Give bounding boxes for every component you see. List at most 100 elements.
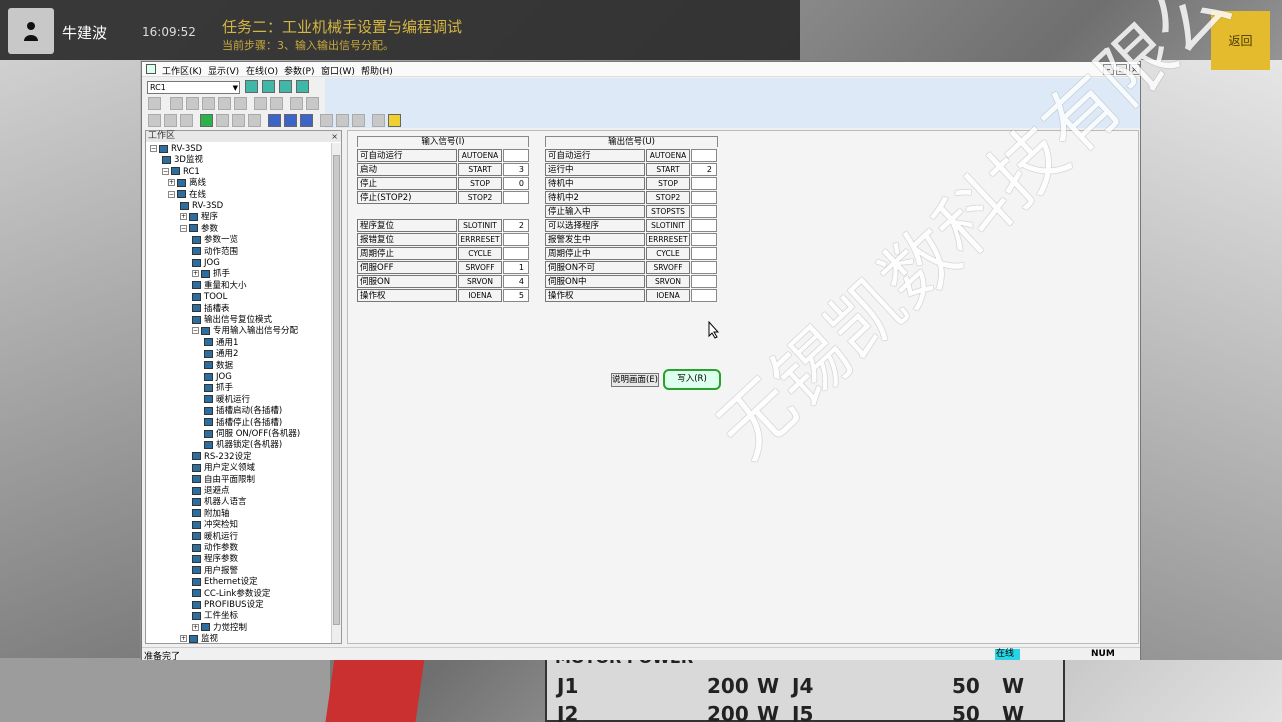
tree-item[interactable]: 附加轴 (192, 509, 230, 520)
stop-icon[interactable] (336, 114, 349, 127)
signal-value-field[interactable] (691, 177, 717, 190)
expand-icon[interactable]: + (180, 635, 187, 643)
expand-icon[interactable]: − (180, 224, 187, 232)
new-file-icon[interactable] (148, 114, 161, 127)
tree-item[interactable]: + 力觉控制 (192, 623, 247, 634)
signal-value-field[interactable] (691, 247, 717, 260)
signal-value-field[interactable] (691, 233, 717, 246)
tree-item[interactable]: 输出信号复位模式 (192, 315, 272, 326)
tree-item[interactable]: 机器人语言 (192, 497, 247, 508)
tree-item[interactable]: 冲突检知 (192, 520, 238, 531)
document-icon[interactable] (290, 97, 303, 110)
tree-item[interactable]: 插槽启动(各插槽) (204, 406, 282, 417)
tree-item[interactable]: − 专用输入输出信号分配 (192, 326, 298, 337)
tree-item[interactable]: RV-3SD (180, 201, 223, 212)
tree-item[interactable]: − 参数 (180, 224, 218, 235)
copy-icon[interactable] (186, 97, 199, 110)
signal-value-field[interactable]: 2 (691, 163, 717, 176)
connect-icon[interactable] (245, 80, 258, 93)
signal-value-field[interactable] (691, 149, 717, 162)
tile-vertical-icon[interactable] (300, 114, 313, 127)
signal-value-field[interactable] (503, 149, 529, 162)
tree-item[interactable]: CC-Link参数设定 (192, 589, 270, 600)
green-status-icon[interactable] (200, 114, 213, 127)
tree-item[interactable]: 用户定义领域 (192, 463, 255, 474)
signal-value-field[interactable] (691, 261, 717, 274)
tree-item[interactable]: 3D监视 (162, 155, 203, 166)
signal-value-field[interactable] (691, 205, 717, 218)
signal-value-field[interactable] (691, 289, 717, 302)
expand-icon[interactable]: + (180, 213, 187, 221)
print-icon[interactable] (372, 114, 385, 127)
tree-item[interactable]: 通用2 (204, 349, 238, 360)
menu-workspace[interactable]: 工作区(K) (162, 64, 202, 77)
file-icon[interactable] (180, 114, 193, 127)
print-preview-icon[interactable] (218, 97, 231, 110)
tree-item[interactable]: 动作参数 (192, 543, 238, 554)
expand-icon[interactable]: + (168, 179, 175, 187)
signal-value-field[interactable]: 1 (503, 261, 529, 274)
menu-online[interactable]: 在线(O) (246, 64, 278, 77)
paste-icon[interactable] (202, 97, 215, 110)
signal-value-field[interactable] (691, 219, 717, 232)
expand-icon[interactable]: − (162, 167, 169, 175)
sort-down-icon[interactable] (270, 97, 283, 110)
robot-select[interactable]: RC1 ▼ (147, 81, 240, 94)
cascade-icon[interactable] (268, 114, 281, 127)
scrollbar[interactable] (331, 143, 341, 643)
tree-item[interactable]: 插槽表 (192, 304, 230, 315)
tree-item[interactable]: 伺服 ON/OFF(各机器) (204, 429, 300, 440)
explain-button[interactable]: 说明画面(E) (611, 373, 659, 387)
signal-value-field[interactable] (503, 247, 529, 260)
tree-item[interactable]: − RC1 (162, 167, 200, 178)
tree-item[interactable]: − 在线 (168, 190, 206, 201)
signal-value-field[interactable] (503, 233, 529, 246)
tree-item[interactable]: 机器锁定(各机器) (204, 440, 282, 451)
signal-value-field[interactable] (691, 275, 717, 288)
signal-value-field[interactable]: 4 (503, 275, 529, 288)
sort-up-icon[interactable] (254, 97, 267, 110)
save-icon[interactable] (148, 97, 161, 110)
tree-item[interactable]: RS-232设定 (192, 452, 252, 463)
help-icon[interactable] (388, 114, 401, 127)
stop-icon[interactable] (352, 114, 365, 127)
tree-item[interactable]: 自由平面限制 (192, 475, 255, 486)
tree-item[interactable]: JOG (204, 372, 232, 383)
scrollbar-thumb[interactable] (333, 155, 340, 625)
menu-parameter[interactable]: 参数(P) (284, 64, 314, 77)
expand-icon[interactable]: − (192, 327, 199, 335)
menu-view[interactable]: 显示(V) (208, 64, 239, 77)
signal-value-field[interactable]: 3 (503, 163, 529, 176)
tree-item[interactable]: + 抓手 (192, 269, 230, 280)
properties-icon[interactable] (234, 97, 247, 110)
signal-value-field[interactable]: 0 (503, 177, 529, 190)
close-icon[interactable]: × (331, 131, 338, 142)
edit-icon[interactable] (262, 80, 275, 93)
tree-item[interactable]: 插槽停止(各插槽) (204, 418, 282, 429)
expand-icon[interactable]: − (168, 190, 175, 198)
menu-window[interactable]: 窗口(W) (321, 64, 355, 77)
signal-value-field[interactable] (503, 191, 529, 204)
tree-item[interactable]: 数据 (204, 361, 233, 372)
tree-item[interactable]: JOG (192, 258, 220, 269)
tree-item[interactable]: TOOL (192, 292, 227, 303)
tree-item[interactable]: 参数一览 (192, 235, 238, 246)
tree-item[interactable]: Ethernet设定 (192, 577, 258, 588)
tree-item[interactable]: + 离线 (168, 178, 206, 189)
tool-icon[interactable] (279, 80, 292, 93)
tree-item[interactable]: + 监视 (180, 634, 218, 643)
tree-item[interactable]: 退避点 (192, 486, 230, 497)
menu-help[interactable]: 帮助(H) (361, 64, 393, 77)
open-file-icon[interactable] (164, 114, 177, 127)
signal-value-field[interactable] (691, 191, 717, 204)
cut-icon[interactable] (170, 97, 183, 110)
window-icon[interactable] (248, 114, 261, 127)
tree-item[interactable]: 重量和大小 (192, 281, 247, 292)
tree-item[interactable]: 用户报警 (192, 566, 238, 577)
signal-value-field[interactable]: 2 (503, 219, 529, 232)
signal-value-field[interactable]: 5 (503, 289, 529, 302)
panel-icon[interactable] (232, 114, 245, 127)
tree-item[interactable]: 通用1 (204, 338, 238, 349)
tree-item[interactable]: − RV-3SD (150, 144, 202, 155)
tree-item[interactable]: 抓手 (204, 383, 233, 394)
